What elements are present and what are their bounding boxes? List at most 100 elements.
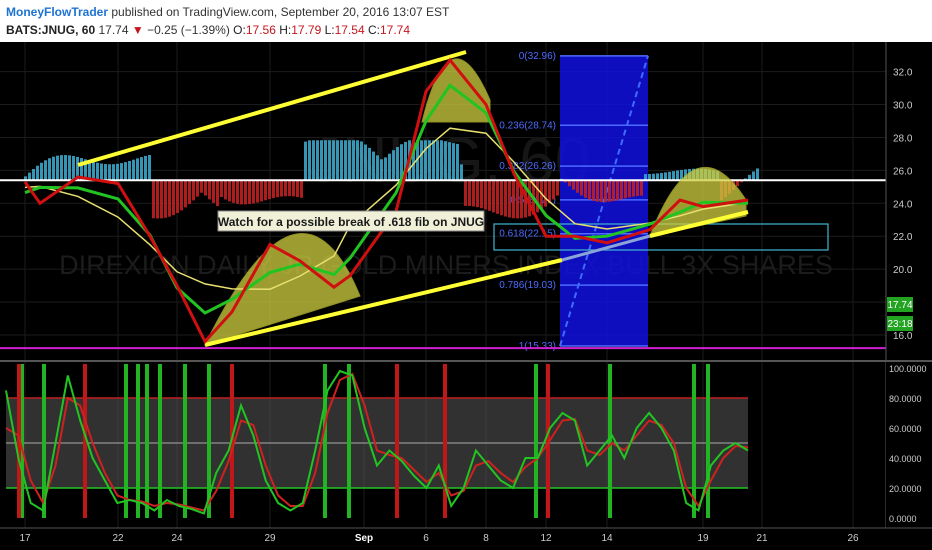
histogram-bar	[424, 140, 427, 181]
histogram-bar	[312, 140, 315, 181]
cross-up-bar	[145, 364, 149, 518]
histogram-bar	[308, 140, 311, 181]
histogram-bar	[576, 180, 579, 193]
cross-up-bar	[136, 364, 140, 518]
stoch-tick-label: 100.0000	[889, 364, 927, 374]
time-tick-label: Sep	[355, 533, 373, 544]
histogram-bar	[116, 163, 119, 181]
histogram-bar	[32, 169, 35, 181]
histogram-bar	[64, 155, 67, 181]
author-link[interactable]: MoneyFlowTrader	[6, 5, 108, 19]
histogram-bar	[320, 140, 323, 181]
histogram-bar	[600, 180, 603, 203]
close-value: 17.74	[379, 23, 411, 37]
last-price: 17.74	[98, 23, 129, 37]
histogram-bar	[676, 170, 679, 181]
histogram-bar	[120, 163, 123, 181]
histogram-bar	[528, 180, 531, 217]
fib-level-label: 1(15.33)	[519, 341, 556, 352]
histogram-bar	[208, 180, 211, 200]
histogram-bar	[508, 180, 511, 218]
time-tick-label: 29	[264, 533, 276, 544]
histogram-bar	[664, 172, 667, 181]
fib-level-label: 0.618(22.15)	[499, 229, 556, 240]
histogram-bar	[556, 180, 559, 196]
countdown-badge-text: 23:18	[887, 319, 912, 330]
histogram-bar	[28, 172, 31, 181]
histogram-bar	[96, 162, 99, 181]
histogram-bar	[476, 180, 479, 208]
histogram-bar	[328, 140, 331, 181]
histogram-bar	[380, 159, 383, 181]
cross-down-bar	[395, 364, 399, 518]
histogram-bar	[656, 173, 659, 181]
histogram-bar	[40, 162, 43, 181]
histogram-bar	[172, 180, 175, 216]
histogram-bar	[496, 180, 499, 214]
histogram-bar	[620, 180, 623, 200]
cross-down-bar	[443, 364, 447, 518]
histogram-bar	[444, 141, 447, 181]
histogram-bar	[304, 141, 307, 181]
histogram-bar	[276, 180, 279, 198]
low-label: L:	[324, 23, 335, 37]
histogram-bar	[168, 180, 171, 217]
histogram-bar	[212, 180, 215, 203]
histogram-bar	[448, 142, 451, 181]
stoch-tick-label: 0.0000	[889, 514, 917, 524]
histogram-bar	[156, 180, 159, 219]
time-tick-label: 6	[423, 533, 429, 544]
histogram-bar	[584, 180, 587, 198]
histogram-bar	[372, 151, 375, 181]
histogram-bar	[384, 157, 387, 181]
histogram-bar	[632, 180, 635, 197]
histogram-bar	[592, 180, 595, 201]
histogram-bar	[68, 155, 71, 181]
histogram-bar	[124, 162, 127, 181]
histogram-bar	[388, 153, 391, 181]
chart-header: MoneyFlowTrader published on TradingView…	[0, 0, 932, 42]
histogram-bar	[196, 180, 199, 197]
histogram-bar	[640, 180, 643, 196]
histogram-bar	[256, 180, 259, 203]
time-tick-label: 24	[171, 533, 183, 544]
histogram-bar	[616, 180, 619, 201]
histogram-bar	[108, 164, 111, 181]
annotation[interactable]: Watch for a possible break of .618 fib o…	[217, 210, 485, 232]
histogram-bar	[472, 180, 475, 207]
histogram-bar	[216, 180, 219, 207]
histogram-bar	[284, 180, 287, 197]
histogram-bar	[488, 180, 491, 211]
histogram-bar	[336, 140, 339, 181]
histogram-bar	[628, 180, 631, 198]
cross-up-bar	[323, 364, 327, 518]
stoch-axis-bg	[886, 362, 932, 528]
histogram-bar	[420, 140, 423, 181]
high-value: 17.79	[291, 23, 322, 37]
cross-up-bar	[534, 364, 538, 518]
stoch-tick-label: 20.0000	[889, 484, 922, 494]
time-axis-bg	[0, 528, 932, 550]
histogram-bar	[252, 180, 255, 204]
histogram-bar	[248, 180, 251, 205]
histogram-bar	[340, 140, 343, 181]
histogram-bar	[672, 171, 675, 181]
histogram-bar	[264, 180, 267, 201]
cross-up-bar	[706, 364, 710, 518]
histogram-bar	[512, 180, 515, 219]
histogram-bar	[52, 156, 55, 181]
histogram-bar	[456, 143, 459, 181]
price-chart[interactable]: JNUG, 60 DIREXION DAILY JR GOLD MINERS I…	[0, 42, 932, 550]
histogram-bar	[296, 180, 299, 197]
histogram-bar	[452, 143, 455, 181]
histogram-bar	[104, 164, 107, 181]
histogram-bar	[184, 180, 187, 208]
histogram-bar	[608, 180, 611, 202]
time-axis[interactable]: 17 22 24 29 Sep 6 8 12 14 19 21 26	[0, 527, 932, 550]
price-tick-label: 28.0	[893, 133, 913, 144]
histogram-bar	[128, 160, 131, 181]
histogram-bar	[396, 147, 399, 181]
histogram-bar	[344, 140, 347, 181]
histogram-bar	[148, 154, 151, 181]
symbol-line: BATS:JNUG, 60 17.74 ▼ −0.25 (−1.39%) O:1…	[6, 23, 410, 37]
